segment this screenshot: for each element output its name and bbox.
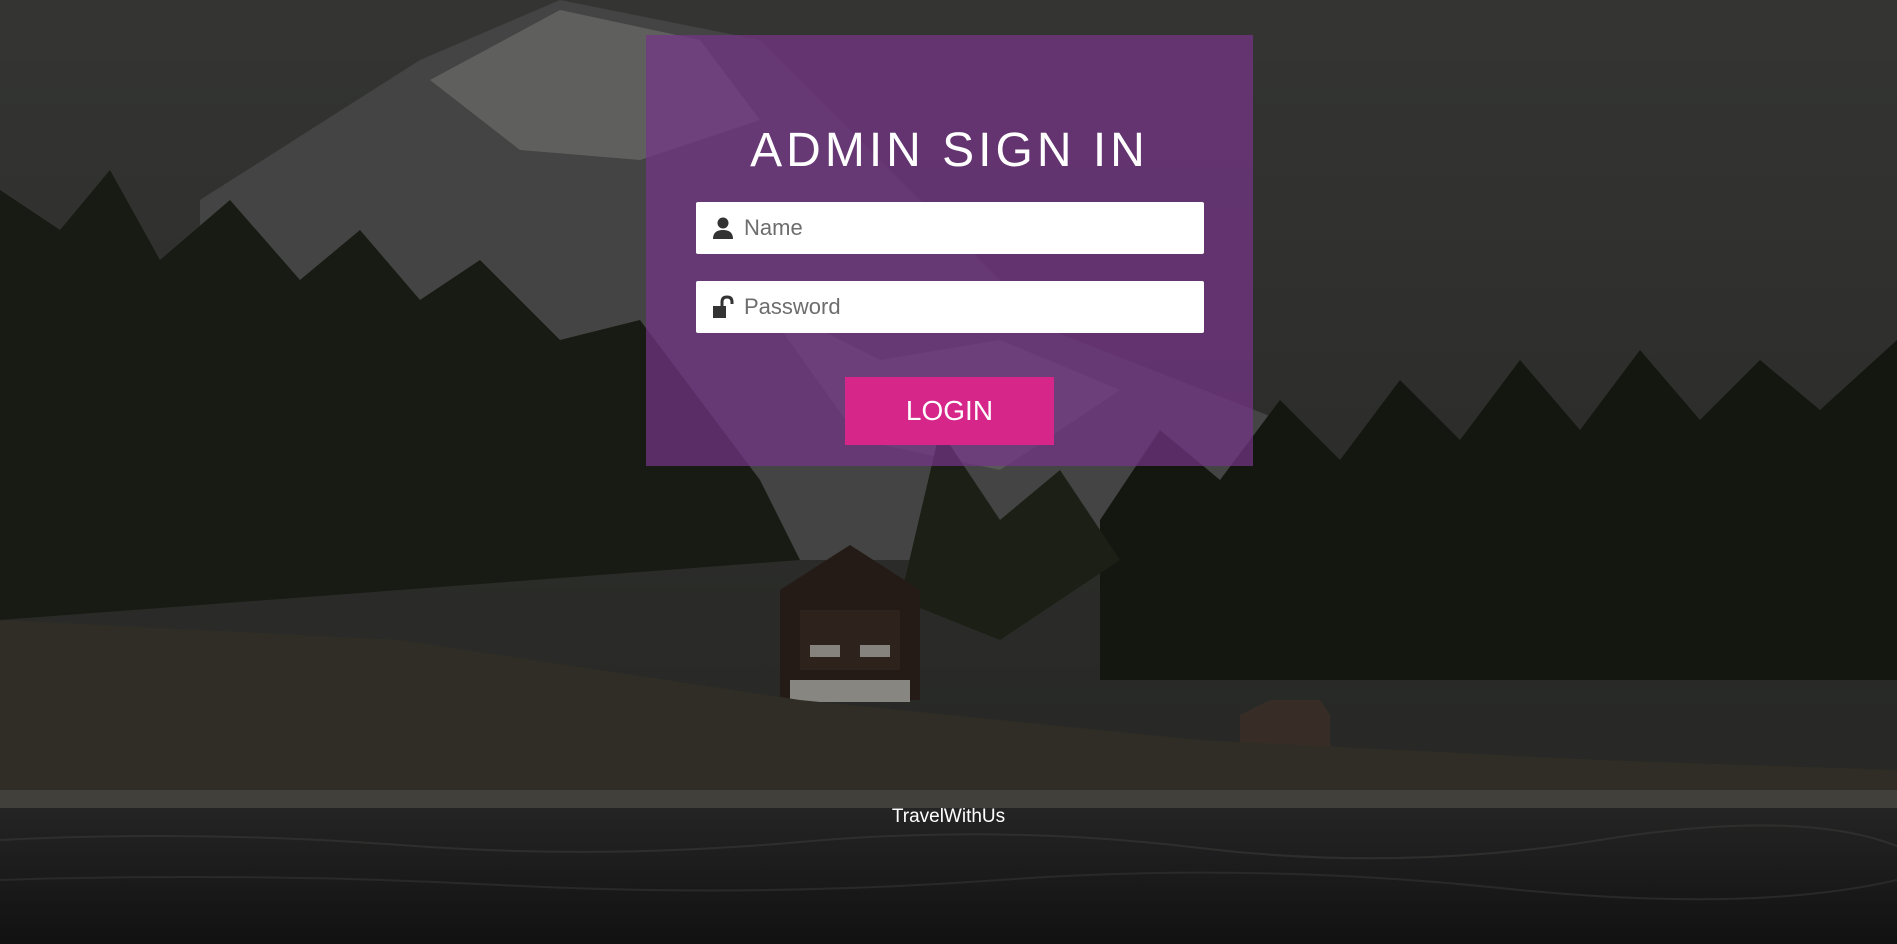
password-input[interactable] — [744, 281, 1194, 333]
password-field[interactable] — [696, 281, 1204, 333]
login-button[interactable]: LOGIN — [845, 377, 1054, 445]
name-input[interactable] — [744, 202, 1194, 254]
user-icon — [712, 216, 734, 240]
footer-brand: TravelWithUs — [891, 806, 1006, 827]
name-field[interactable] — [696, 202, 1204, 254]
login-page: ADMIN SIGN IN LOGIN TravelWithUs — [0, 0, 1897, 944]
unlock-icon — [712, 295, 734, 319]
page-title: ADMIN SIGN IN — [750, 124, 1149, 177]
login-panel: ADMIN SIGN IN LOGIN — [646, 35, 1253, 466]
